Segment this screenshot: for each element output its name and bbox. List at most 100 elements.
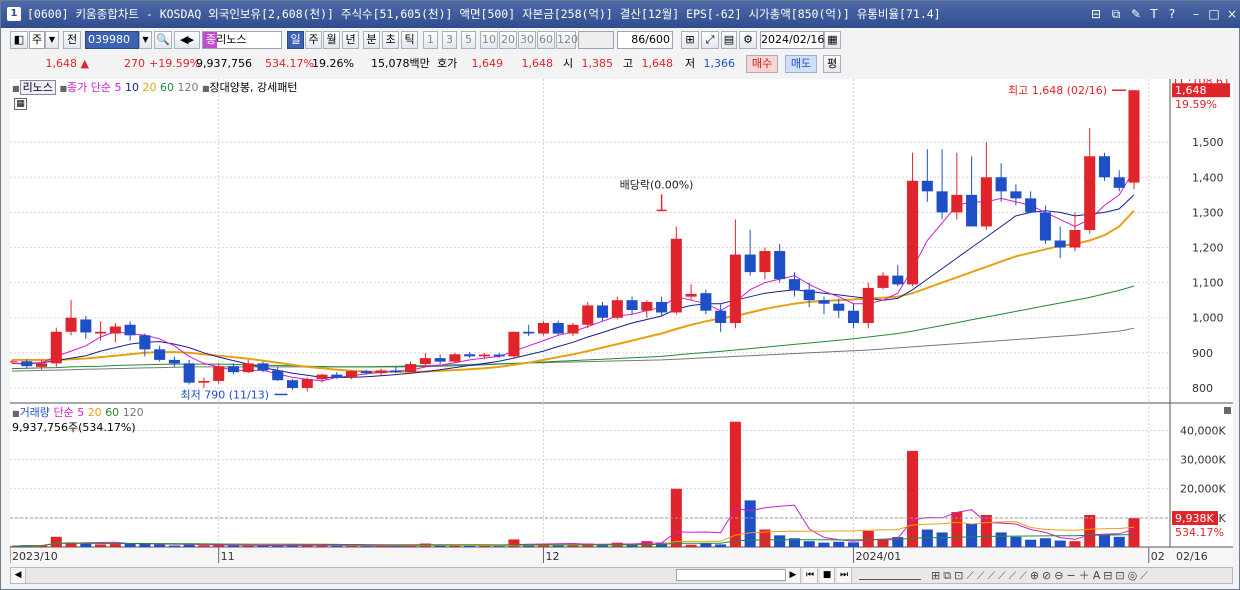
draw-tool-icon[interactable]: ⤢ bbox=[701, 31, 719, 49]
candle-body bbox=[1069, 229, 1081, 248]
candle-body bbox=[626, 300, 638, 311]
candle-body bbox=[390, 370, 402, 373]
volume-bar bbox=[1025, 539, 1037, 547]
legend-volume-label[interactable]: 거래량 bbox=[20, 406, 50, 419]
legend-vol-ma60[interactable]: 60 bbox=[105, 406, 119, 419]
code-dropdown-icon[interactable]: ▼ bbox=[139, 31, 152, 49]
interval-5[interactable]: 5 bbox=[461, 31, 476, 49]
date-input[interactable]: 2024/02/16 bbox=[760, 31, 824, 49]
price-volume-chart[interactable]: 8009001,0001,1001,2001,3001,4001,50010,0… bbox=[10, 79, 1233, 565]
chart-menu-icon[interactable]: ◧ bbox=[10, 31, 28, 49]
stop-icon[interactable]: ■ bbox=[820, 568, 835, 583]
candle-body bbox=[1025, 198, 1037, 213]
chart-scrollbar[interactable]: ◀ ▶ ⏮ ■ ⏭ ⊞⧉⊡⟋⟋⟋⟋⟋⟋⊕⊘⊖−＋A⊟⊡◎⟋ bbox=[10, 567, 1233, 584]
maximize-button[interactable]: □ bbox=[1205, 1, 1223, 28]
indicator-icon[interactable]: ⊞ bbox=[681, 31, 699, 49]
all-button[interactable]: 전 bbox=[63, 31, 81, 49]
scroll-left-icon[interactable]: ◀ bbox=[11, 568, 26, 583]
period-day-button[interactable]: 일 bbox=[287, 31, 304, 49]
candle-body bbox=[582, 305, 594, 325]
pin-icon[interactable]: ✎ bbox=[1127, 1, 1145, 28]
legend-ma20[interactable]: 20 bbox=[142, 81, 156, 94]
layout-icon[interactable]: ⊟ bbox=[1087, 1, 1105, 28]
legend-ma10[interactable]: 10 bbox=[125, 81, 139, 94]
avg-button[interactable]: 평 bbox=[823, 55, 841, 73]
interval-120[interactable]: 120 bbox=[556, 31, 578, 49]
sell-button[interactable]: 매도 bbox=[785, 55, 817, 73]
gear-icon[interactable]: ⚙ bbox=[739, 31, 757, 49]
candle-body bbox=[980, 177, 992, 227]
volume-bar bbox=[803, 541, 815, 547]
legend-pattern[interactable]: 장대양봉, 강세패턴 bbox=[210, 81, 298, 94]
candle-body bbox=[847, 310, 860, 324]
period-month-button[interactable]: 월 bbox=[323, 31, 340, 49]
period-week-button[interactable]: 주 bbox=[305, 31, 322, 49]
period-tick-button[interactable]: 틱 bbox=[401, 31, 418, 49]
legend-vol-ma5[interactable]: 5 bbox=[77, 406, 84, 419]
price-tick-label: 1,500 bbox=[1192, 136, 1224, 149]
volume-bar bbox=[508, 539, 520, 547]
minimize-button[interactable]: – bbox=[1187, 1, 1205, 28]
candle-body bbox=[375, 370, 387, 374]
period-year-button[interactable]: 년 bbox=[342, 31, 359, 49]
prev-next-icon[interactable]: ◀▸ bbox=[174, 31, 200, 49]
close-button[interactable]: × bbox=[1223, 1, 1240, 28]
legend-close-label[interactable]: 종가 단순 bbox=[67, 81, 111, 94]
interval-1[interactable]: 1 bbox=[423, 31, 438, 49]
chart-area[interactable]: 8009001,0001,1001,2001,3001,4001,50010,0… bbox=[10, 79, 1233, 565]
search-icon[interactable]: 🔍 bbox=[154, 31, 172, 49]
legend-vol-ma120[interactable]: 120 bbox=[123, 406, 144, 419]
interval-30[interactable]: 30 bbox=[518, 31, 536, 49]
price-value: 1,648 bbox=[45, 57, 78, 70]
price-bar: 1,648 ▲ 270 +19.59% 9,937,756 534.17% 19… bbox=[1, 55, 1240, 75]
font-icon[interactable]: T bbox=[1145, 1, 1163, 28]
candle-body bbox=[892, 275, 904, 285]
scroll-thumb[interactable] bbox=[676, 569, 786, 581]
candle-body bbox=[1039, 212, 1051, 241]
interval-60[interactable]: 60 bbox=[537, 31, 555, 49]
stock-name: 리노스 bbox=[216, 33, 247, 46]
stock-code-input[interactable]: 039980 bbox=[85, 31, 139, 49]
legend-stock-name[interactable]: 리노스 bbox=[19, 80, 56, 95]
period-minute-button[interactable]: 분 bbox=[363, 31, 380, 49]
candle-body bbox=[360, 371, 372, 374]
custom-interval-select[interactable] bbox=[578, 31, 614, 49]
legend-ma5[interactable]: 5 bbox=[114, 81, 121, 94]
chevron-down-icon[interactable]: ▼ bbox=[45, 31, 59, 49]
interval-10[interactable]: 10 bbox=[480, 31, 498, 49]
candle-body bbox=[80, 319, 92, 333]
volume-bar bbox=[715, 544, 727, 547]
legend-vol-simple[interactable]: 단순 bbox=[53, 406, 73, 419]
forward-icon[interactable]: ⏭ bbox=[837, 568, 852, 583]
calendar-icon[interactable]: ▦ bbox=[824, 31, 841, 49]
price-tick-label: 1,100 bbox=[1192, 277, 1224, 290]
legend-ma60[interactable]: 60 bbox=[160, 81, 174, 94]
date-label: 2024/01 bbox=[856, 550, 902, 563]
candle-body bbox=[656, 301, 668, 313]
help-icon[interactable]: ? bbox=[1163, 1, 1181, 28]
volume-bar bbox=[833, 541, 845, 547]
stock-type-select[interactable]: 주 bbox=[29, 31, 45, 49]
interval-20[interactable]: 20 bbox=[499, 31, 517, 49]
legend-vol-ma20[interactable]: 20 bbox=[88, 406, 102, 419]
candle-body bbox=[1084, 156, 1096, 230]
legend-ma120[interactable]: 120 bbox=[177, 81, 198, 94]
grid-icon[interactable]: ▦ bbox=[14, 98, 27, 110]
candle-body bbox=[183, 363, 195, 383]
count-input[interactable]: 86/600 bbox=[617, 31, 673, 49]
tile-icon[interactable]: ⧉ bbox=[1107, 1, 1125, 28]
interval-3[interactable]: 3 bbox=[442, 31, 457, 49]
buy-button[interactable]: 매수 bbox=[746, 55, 778, 73]
save-icon[interactable]: ▤ bbox=[721, 31, 737, 49]
period-second-button[interactable]: 초 bbox=[382, 31, 399, 49]
candle-body bbox=[715, 310, 727, 324]
panel-close-icon bbox=[1224, 407, 1231, 414]
rewind-icon[interactable]: ⏮ bbox=[803, 568, 818, 583]
scroll-right-icon[interactable]: ▶ bbox=[786, 568, 801, 583]
candle-body bbox=[301, 379, 313, 388]
hoga-bid: 1,648 bbox=[521, 57, 554, 70]
drawing-tools[interactable]: ⊞⧉⊡⟋⟋⟋⟋⟋⟋⊕⊘⊖−＋A⊟⊡◎⟋ bbox=[931, 568, 1151, 583]
zoom-slider[interactable] bbox=[859, 570, 921, 580]
candle-body bbox=[966, 194, 978, 227]
candle-body bbox=[670, 238, 682, 313]
